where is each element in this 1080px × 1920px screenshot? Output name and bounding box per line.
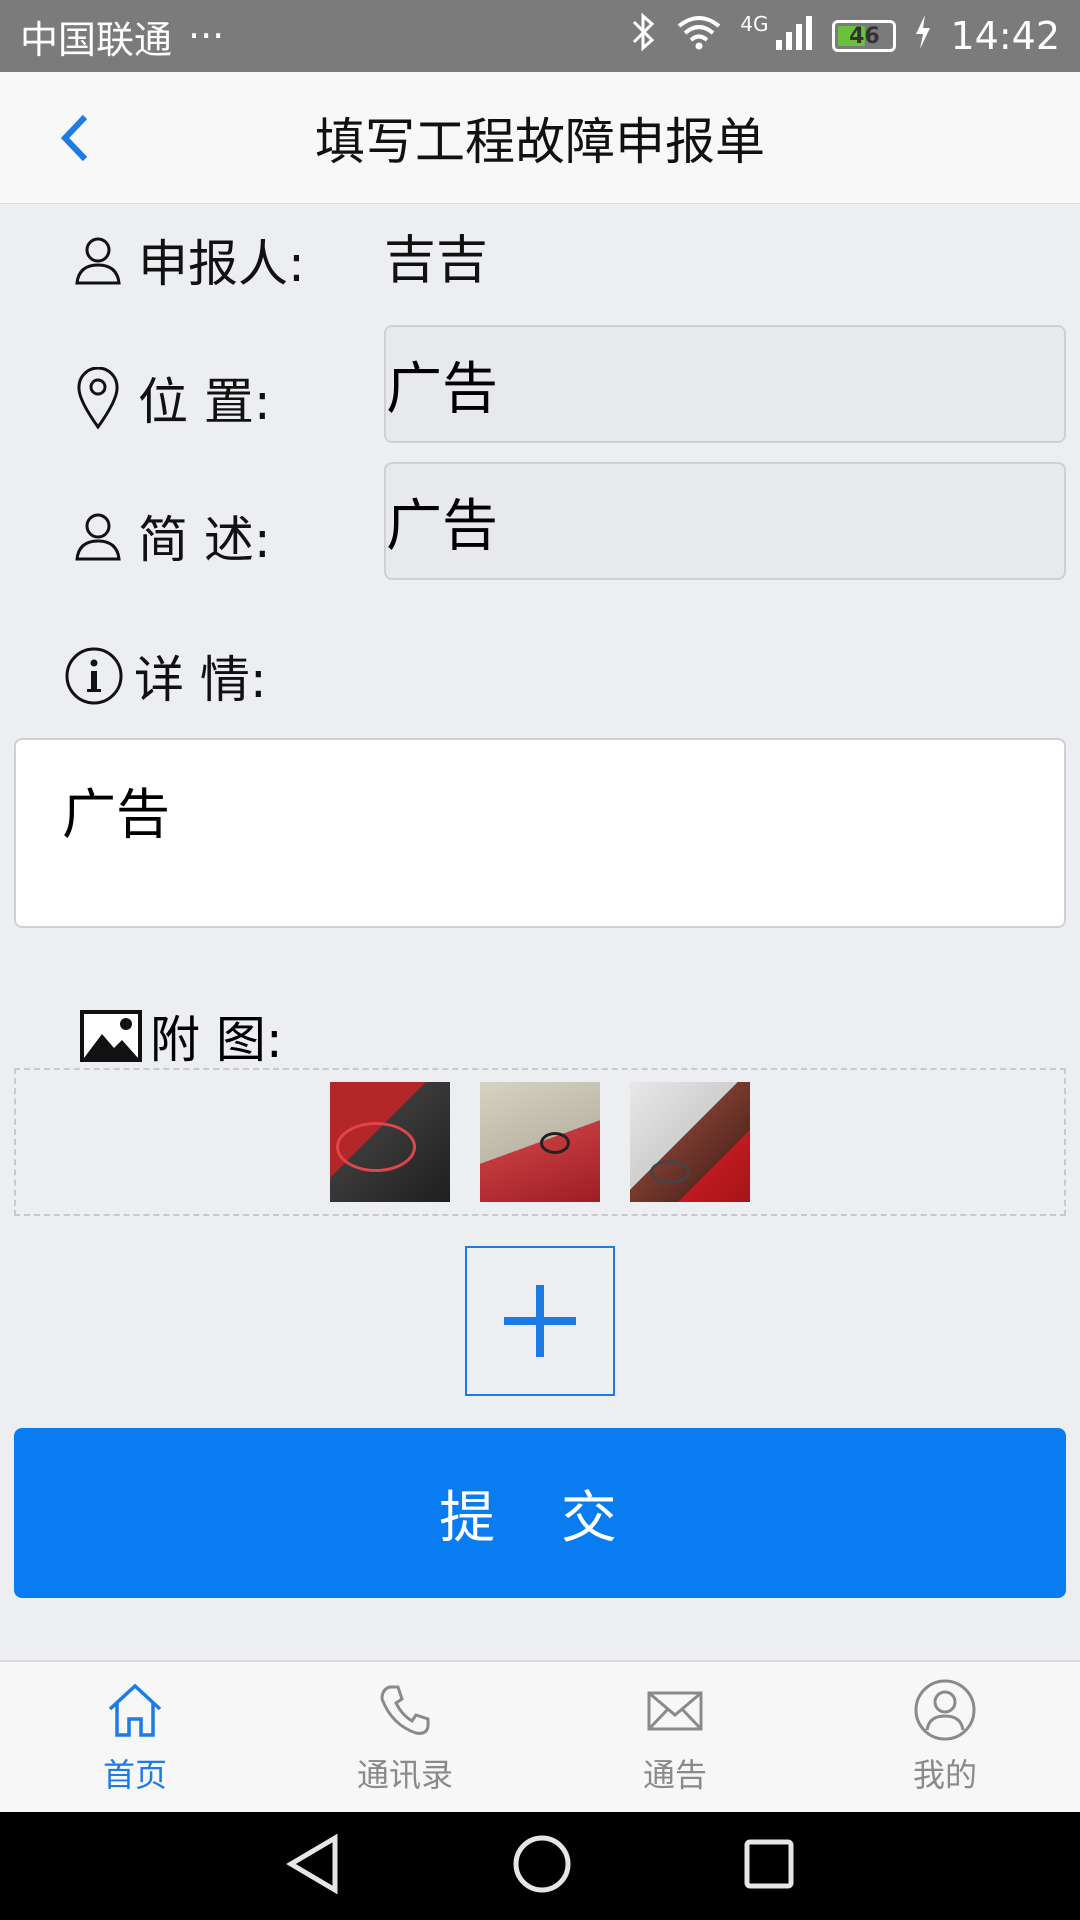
home-icon — [103, 1678, 167, 1742]
mail-icon — [643, 1678, 707, 1742]
system-nav-bar — [0, 1812, 1080, 1920]
summary-label: 简 述: — [138, 511, 271, 569]
details-label-row: 详 情: — [64, 640, 267, 712]
attachments-label-row: 附 图: — [78, 1000, 283, 1072]
phone-icon — [373, 1678, 437, 1742]
user-circle-icon — [913, 1678, 977, 1742]
signal-icon — [774, 12, 814, 61]
submit-button[interactable]: 提 交 — [14, 1428, 1066, 1598]
reporter-label-row: 申报人: — [68, 224, 305, 296]
bluetooth-icon — [628, 12, 658, 61]
back-button[interactable] — [44, 106, 104, 170]
battery-level: 46 — [849, 23, 880, 49]
page-title: 填写工程故障申报单 — [315, 112, 765, 171]
attachment-thumbnail[interactable] — [330, 1082, 450, 1202]
network-type: 4G — [740, 12, 769, 36]
tab-label: 我的 — [912, 1756, 977, 1794]
attachment-thumbnail[interactable] — [480, 1082, 600, 1202]
chevron-left-icon — [60, 114, 88, 162]
status-left: 中国联通 ··· — [20, 9, 224, 64]
reporter-value: 吉吉 — [384, 231, 489, 291]
tab-mine[interactable]: 我的 — [810, 1662, 1080, 1812]
status-bar: 中国联通 ··· 4G 46 14:42 — [0, 0, 1080, 72]
notification-dots: ··· — [188, 14, 225, 58]
battery-icon: 46 — [832, 20, 897, 52]
header: 填写工程故障申报单 — [0, 72, 1080, 204]
summary-field[interactable]: 广告 — [384, 462, 1066, 580]
recents-square-icon[interactable] — [743, 1838, 795, 1894]
carrier-name: 中国联通 — [20, 17, 173, 62]
attachments-area — [14, 1068, 1066, 1216]
details-label: 详 情: — [134, 651, 267, 709]
add-image-button[interactable] — [465, 1246, 615, 1396]
tab-label: 通讯录 — [356, 1756, 453, 1794]
location-label: 位 置: — [138, 373, 271, 431]
attachments-label: 附 图: — [150, 1011, 283, 1069]
image-icon — [78, 1008, 144, 1064]
bottom-tab-bar: 首页 通讯录 通告 我的 — [0, 1660, 1080, 1812]
summary-label-row: 简 述: — [68, 500, 271, 572]
wifi-icon — [676, 14, 722, 59]
location-label-row: 位 置: — [68, 362, 271, 434]
info-icon — [64, 646, 124, 706]
charging-icon — [914, 14, 932, 58]
attachment-thumbnail[interactable] — [630, 1082, 750, 1202]
clock: 14:42 — [950, 14, 1060, 58]
tab-label: 通告 — [642, 1756, 707, 1794]
tab-home[interactable]: 首页 — [0, 1662, 270, 1812]
location-field[interactable]: 广告 — [384, 325, 1066, 443]
details-textarea[interactable]: 广告 — [14, 738, 1066, 928]
location-pin-icon — [68, 367, 128, 429]
tab-notices[interactable]: 通告 — [540, 1662, 810, 1812]
reporter-label: 申报人: — [138, 235, 305, 293]
status-right: 4G 46 14:42 — [628, 12, 1060, 61]
home-circle-icon[interactable] — [512, 1834, 572, 1898]
person-icon — [68, 230, 128, 290]
person-icon — [68, 506, 128, 566]
tab-label: 首页 — [102, 1756, 167, 1794]
back-triangle-icon[interactable] — [285, 1833, 341, 1898]
plus-icon — [504, 1285, 576, 1357]
tab-contacts[interactable]: 通讯录 — [270, 1662, 540, 1812]
